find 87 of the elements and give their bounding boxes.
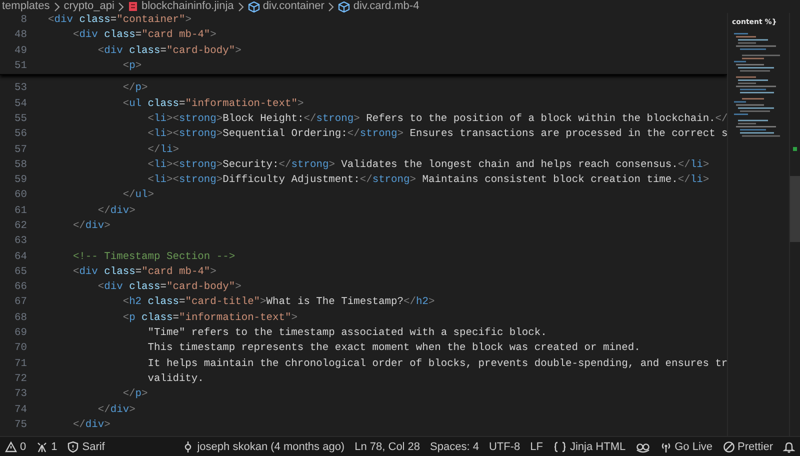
status-item[interactable]: Sarif	[62, 437, 110, 456]
line-number: 58	[14, 158, 27, 172]
status-item[interactable]: Prettier	[718, 437, 778, 456]
code-line: "Time" refers to the timestamp associated with a specific block.	[146, 327, 547, 340]
line-number: 8	[20, 14, 27, 28]
chevron-icon	[327, 2, 336, 12]
code-line: </div>	[96, 204, 136, 218]
line-number: 49	[14, 44, 27, 58]
code-line: <li><strong>Block Height:</strong> Refers to the position of a block within the blockchain.</	[146, 112, 727, 126]
line-number: 55	[14, 112, 27, 126]
code-line: <li><strong>Difficulty Adjustment:</strong> Maintains consistent block creation time.</li>	[146, 174, 710, 188]
code-line: </div>	[72, 220, 110, 233]
line-number: 70	[14, 342, 27, 356]
code-line: <p>	[122, 60, 142, 74]
line-number: 57	[14, 144, 27, 157]
code-line: </div>	[72, 418, 110, 432]
line-number: 68	[14, 312, 27, 325]
chevron-icon	[117, 2, 126, 12]
code-line: <div class="card-body">	[96, 281, 242, 294]
code-line: <div class="container">	[48, 14, 192, 28]
breadcrumb-item[interactable]: templates	[2, 0, 50, 13]
code-line: validity.	[146, 372, 204, 386]
line-number: 48	[14, 29, 27, 42]
line-number: 63	[14, 235, 27, 248]
line-number: 62	[14, 220, 27, 233]
circle-slash-icon	[722, 440, 735, 452]
warning-icon	[5, 440, 17, 452]
line-number: 64	[14, 250, 27, 264]
cube-icon	[338, 0, 350, 12]
change-marker	[793, 147, 797, 151]
line-number: 67	[14, 296, 27, 310]
scrollbar-thumb[interactable]	[790, 176, 800, 242]
line-number: 66	[14, 281, 27, 294]
status-item[interactable]: Go Live	[654, 437, 718, 456]
code-line: </p>	[122, 82, 148, 96]
code-line: <li><strong>Security:</strong> Validates the longest chain and helps reach consensus.</li>	[146, 158, 710, 172]
line-number: 65	[14, 266, 27, 279]
code-line: </li>	[146, 144, 179, 157]
line-number: 53	[14, 82, 27, 96]
code-line: <div class="card-body">	[96, 44, 242, 58]
status-item[interactable]: 0	[0, 437, 32, 456]
breadcrumb-item[interactable]: div.card.mb-4	[353, 0, 420, 13]
status-item[interactable]: Ln 78, Col 28	[350, 437, 426, 456]
line-number: 59	[14, 174, 27, 188]
goggles-icon	[636, 440, 650, 452]
code-line: </ul>	[122, 189, 154, 202]
broadcast-icon	[660, 440, 672, 452]
status-item[interactable]: 1	[31, 437, 62, 456]
status-item[interactable]: Jinja HTML	[548, 437, 631, 456]
status-item[interactable]: UTF-8	[484, 437, 526, 456]
code-line: <div class="card mb-4">	[72, 29, 216, 42]
line-number: 75	[14, 418, 27, 432]
line-number: 74	[14, 404, 27, 417]
antenna-icon	[36, 440, 48, 452]
line-number: 71	[14, 358, 27, 371]
cube-icon	[248, 0, 260, 12]
code-line: <!-- Timestamp Section -->	[72, 250, 236, 264]
line-number: 54	[14, 98, 27, 111]
code-line: <p class="information-text">	[122, 312, 298, 325]
code-line: <div class="card mb-4">	[72, 266, 216, 279]
shield-icon	[67, 440, 80, 452]
code-line: <h2 class="card-title">What is The Timestamp?</h2>	[122, 296, 435, 310]
status-item[interactable]: Spaces: 4	[425, 437, 484, 456]
line-number: 61	[14, 204, 27, 218]
code-line: <li><strong>Sequential Ordering:</strong> Ensures transactions are processed in the correct s	[146, 128, 727, 142]
line-number: 72	[14, 372, 27, 386]
code-line: </p>	[122, 388, 148, 402]
breadcrumb-item[interactable]: crypto_api	[64, 0, 114, 13]
braces-icon	[552, 440, 567, 452]
status-item[interactable]: LF	[525, 437, 548, 456]
breadcrumb-item[interactable]: div.container	[262, 0, 324, 13]
chevron-icon	[236, 2, 245, 12]
line-number: 60	[14, 189, 27, 202]
code-line: </div>	[96, 404, 136, 417]
line-number: 73	[14, 388, 27, 402]
code-line: It helps maintain the chronological order of blocks, prevents double-spending, and ensures tr	[146, 358, 727, 371]
scrollbar[interactable]	[789, 13, 800, 436]
bell-icon	[783, 440, 795, 452]
status-item[interactable]: joseph skokan (4 months ago)	[177, 437, 350, 456]
breadcrumb-item[interactable]: blockchaininfo.jinja	[141, 0, 234, 13]
code-line: This timestamp represents the exact moment when the block was created or mined.	[146, 342, 640, 356]
code-line: <ul class="information-text">	[122, 98, 304, 111]
line-number: 56	[14, 128, 27, 142]
chevron-icon	[52, 2, 61, 12]
line-number: 51	[14, 60, 27, 74]
line-number: 69	[14, 327, 27, 340]
file-icon	[128, 1, 138, 12]
